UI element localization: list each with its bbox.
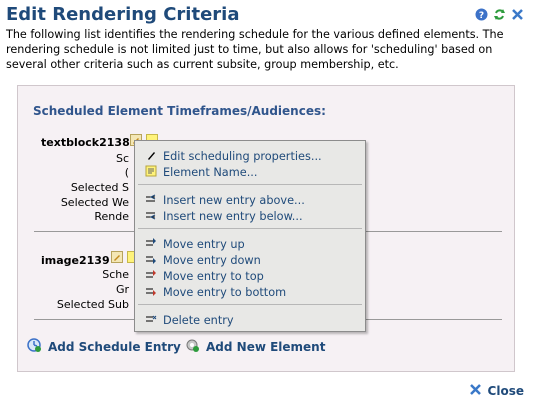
insert-below-icon (145, 209, 157, 224)
title-toolbar: ? (475, 8, 524, 21)
move-top-icon (145, 269, 157, 284)
menu-label: Move entry down (163, 253, 261, 267)
add-new-element-button[interactable]: Add New Element (184, 337, 325, 356)
row-label: Sche (102, 268, 129, 281)
add-new-element-label: Add New Element (206, 339, 326, 354)
menu-separator (138, 184, 362, 185)
page-title: Edit Rendering Criteria (6, 4, 240, 25)
menu-label: Edit scheduling properties... (163, 149, 322, 163)
menu-label: Delete entry (163, 313, 234, 327)
menu-item-insert-above[interactable]: Insert new entry above... (135, 192, 365, 208)
page-description: The following list identifies the render… (6, 28, 504, 71)
row-label: Selected Sub (56, 298, 129, 311)
row-label: ( (124, 166, 129, 179)
close-label: Close (487, 384, 524, 398)
panel-heading: Scheduled Element Timeframes/Audiences: (33, 104, 326, 118)
menu-item-move-bottom[interactable]: Move entry to bottom (135, 284, 365, 300)
move-up-icon (145, 237, 157, 252)
context-menu: Edit scheduling properties... Element Na… (134, 140, 366, 332)
pencil-icon[interactable] (111, 251, 123, 263)
move-bottom-icon (145, 285, 157, 300)
delete-entry-icon (145, 313, 157, 328)
menu-item-edit-properties[interactable]: Edit scheduling properties... (135, 148, 365, 164)
add-schedule-entry-label: Add Schedule Entry (48, 339, 181, 354)
close-icon[interactable] (511, 8, 524, 21)
insert-above-icon (145, 193, 157, 208)
menu-label: Insert new entry above... (163, 193, 305, 207)
svg-text:?: ? (479, 11, 484, 21)
menu-label: Insert new entry below... (163, 209, 303, 223)
menu-item-move-down[interactable]: Move entry down (135, 252, 365, 268)
menu-item-move-top[interactable]: Move entry to top (135, 268, 365, 284)
row-label: Gr (115, 283, 129, 296)
row-label: Selected S (70, 181, 129, 194)
note-icon (145, 165, 157, 180)
help-icon[interactable]: ? (475, 8, 488, 21)
clock-add-icon (26, 337, 42, 356)
element-name-textblock: textblock2138 (41, 136, 130, 149)
element-name-image: image2139 (41, 254, 110, 267)
move-down-icon (145, 253, 157, 268)
menu-item-insert-below[interactable]: Insert new entry below... (135, 208, 365, 224)
menu-item-element-name[interactable]: Element Name... (135, 164, 365, 180)
gear-add-icon (184, 337, 200, 356)
menu-separator (138, 228, 362, 229)
menu-label: Element Name... (163, 165, 258, 179)
row-label: Sc (115, 152, 129, 165)
menu-label: Move entry to bottom (163, 285, 287, 299)
refresh-icon[interactable] (493, 8, 506, 21)
close-x-icon (469, 383, 482, 399)
menu-label: Move entry up (163, 237, 245, 251)
menu-item-delete-entry[interactable]: Delete entry (135, 312, 365, 328)
menu-label: Move entry to top (163, 269, 264, 283)
close-button[interactable]: Close (469, 383, 524, 399)
row-label: Rende (94, 210, 129, 223)
add-schedule-entry-button[interactable]: Add Schedule Entry (26, 337, 181, 356)
menu-separator (138, 304, 362, 305)
menu-item-move-up[interactable]: Move entry up (135, 236, 365, 252)
row-label: Selected We (60, 196, 129, 209)
pencil-icon (145, 149, 157, 164)
